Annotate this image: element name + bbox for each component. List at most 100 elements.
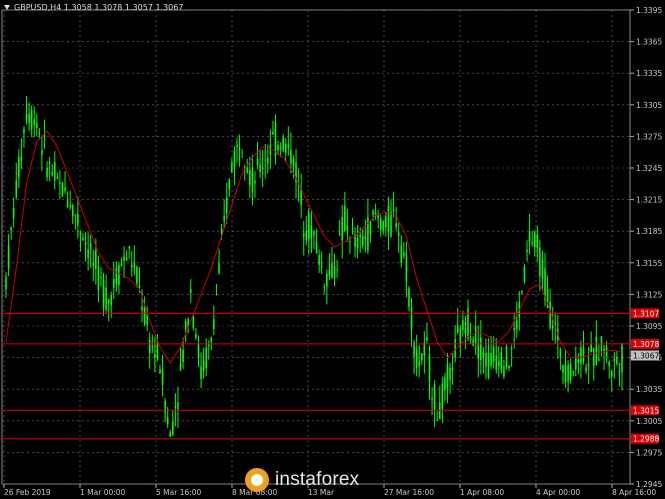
candle-body <box>610 370 613 377</box>
candle-body <box>292 157 295 167</box>
candle-body <box>41 149 43 155</box>
candle-body <box>10 227 12 231</box>
candle-body <box>69 205 71 208</box>
candle-body <box>113 279 115 288</box>
candle-body <box>25 113 28 121</box>
candle-body <box>480 337 482 361</box>
candle-body <box>79 231 82 235</box>
candle-body <box>241 152 243 154</box>
candle-body <box>249 170 251 186</box>
candle-body <box>436 419 438 421</box>
candle-body <box>164 400 166 414</box>
y-tick-label: 1.3155 <box>636 259 662 268</box>
candle-body <box>503 366 505 377</box>
candle-body <box>48 162 51 164</box>
y-tick-label: 1.3305 <box>636 101 662 110</box>
candle-body <box>77 214 79 226</box>
candle-body <box>318 255 320 265</box>
candle-body <box>410 307 413 329</box>
candle-body <box>136 267 138 284</box>
candle-body <box>305 230 308 241</box>
y-tick-label: 1.2975 <box>636 448 662 457</box>
candle-body <box>256 158 259 165</box>
candle-body <box>128 246 130 249</box>
candle-body <box>251 167 254 193</box>
candle-body <box>215 294 218 296</box>
candle-body <box>102 280 105 308</box>
candle-body <box>110 294 113 306</box>
watermark-text: instaforex <box>275 469 360 490</box>
candle-body <box>46 168 48 178</box>
candle-body <box>182 349 184 363</box>
candle-body <box>385 216 387 228</box>
candle-body <box>15 181 18 198</box>
candle-body <box>95 250 97 269</box>
y-tick-label: 1.3005 <box>636 417 662 426</box>
candle-body <box>326 274 328 287</box>
candle-body <box>559 349 562 357</box>
candle-body <box>477 342 480 359</box>
candle-body <box>531 241 533 244</box>
dropdown-triangle-icon[interactable] <box>4 5 10 10</box>
candle-body <box>446 364 449 388</box>
candle-body <box>267 157 269 163</box>
y-tick-label: 1.3035 <box>636 385 662 394</box>
candle-body <box>210 337 213 343</box>
candle-body <box>82 238 84 241</box>
candle-body <box>533 232 536 248</box>
y-tick-label: 1.3335 <box>636 69 662 78</box>
x-tick-label: 26 Feb 2019 <box>4 488 51 497</box>
candle-body <box>451 368 454 371</box>
candle-body <box>426 336 428 341</box>
candle-body <box>138 285 141 288</box>
candle-body <box>428 354 431 383</box>
candle-body <box>387 205 390 232</box>
candle-body <box>464 327 467 334</box>
candle-body <box>36 123 38 129</box>
candle-body <box>333 266 336 279</box>
candle-body <box>197 344 200 358</box>
candle-body <box>541 259 544 279</box>
candle-body <box>313 231 315 236</box>
price-chart[interactable]: 1.3395 1.3365 1.3335 1.3305 1.3275 1.3245 1.32… <box>0 0 665 499</box>
candle-body <box>177 402 179 410</box>
candle-body <box>346 225 349 232</box>
x-tick-label: 1 Mar 00:00 <box>80 488 126 497</box>
candle-body <box>100 276 102 278</box>
candle-body <box>431 398 433 401</box>
candle-body <box>89 243 92 250</box>
candle-body <box>369 221 372 234</box>
watermark: instaforex <box>245 467 385 493</box>
candle-body <box>12 207 15 219</box>
candle-body <box>415 349 418 368</box>
candle-body <box>528 231 531 242</box>
candle-body <box>469 338 472 340</box>
candle-body <box>218 263 220 274</box>
candle-body <box>562 365 564 373</box>
level-tag-label: 1.2988 <box>633 435 659 444</box>
candle-body <box>246 167 249 173</box>
candle-body <box>408 288 410 307</box>
candle-body <box>277 145 279 151</box>
candle-body <box>213 319 215 329</box>
candle-body <box>195 334 197 338</box>
candle-body <box>161 369 164 385</box>
candle-body <box>498 361 500 367</box>
candle-body <box>107 299 110 304</box>
candle-body <box>84 242 87 245</box>
chart-window[interactable]: 1.3395 1.3365 1.3335 1.3305 1.3275 1.3245 1.32… <box>0 0 665 499</box>
candle-body <box>405 253 408 282</box>
candle-body <box>587 364 590 366</box>
candle-body <box>159 369 161 374</box>
candle-body <box>71 205 74 217</box>
candle-body <box>120 263 123 267</box>
candle-body <box>331 262 333 278</box>
candle-body <box>28 113 30 124</box>
candle-body <box>207 344 210 346</box>
candle-body <box>433 384 436 410</box>
candle-body <box>200 366 202 380</box>
candle-body <box>508 365 510 368</box>
current-price-label: 1.3067 <box>633 351 659 360</box>
y-tick-label: 1.3395 <box>636 6 662 15</box>
candle-body <box>287 144 290 149</box>
